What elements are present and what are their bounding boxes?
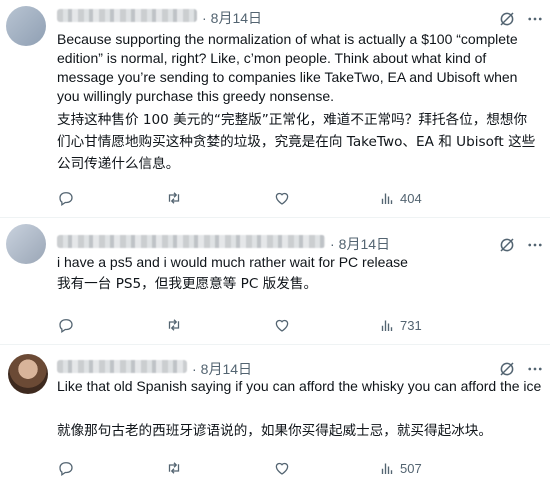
views-count: 507: [400, 460, 422, 476]
author-name-blurred[interactable]: [57, 360, 187, 373]
action-bar: 507: [57, 459, 538, 479]
post-text-en: i have a ps5 and i would much rather wai…: [57, 254, 408, 270]
grok-icon[interactable]: [498, 360, 516, 378]
post-date[interactable]: 8月14日: [211, 8, 262, 28]
post-text-zh: 支持这种售价 100 美元的“完整版”正常化，难道不正常吗？拜托各位，想想你们心…: [57, 112, 536, 172]
repost-icon: [165, 316, 183, 334]
post-header: · 8月14日: [330, 234, 391, 254]
views-icon: [378, 189, 396, 207]
like-button[interactable]: [273, 459, 291, 477]
post-text-en: Because supporting the normalization of …: [57, 31, 518, 104]
views-count: 731: [400, 317, 422, 333]
reply-post[interactable]: · 8月14日 Because supporting the normaliza…: [0, 0, 550, 217]
reply-icon: [57, 189, 75, 207]
post-date[interactable]: 8月14日: [339, 234, 390, 254]
divider: [0, 344, 550, 345]
reply-icon: [57, 316, 75, 334]
post-text-en: Like that old Spanish saying if you can …: [57, 378, 542, 394]
reply-button[interactable]: [57, 316, 75, 334]
post-text-zh: 就像那句古老的西班牙谚语说的，如果你买得起威士忌，就买得起冰块。: [57, 423, 492, 439]
post-date[interactable]: 8月14日: [201, 359, 252, 379]
repost-icon: [165, 459, 183, 477]
repost-icon: [165, 189, 183, 207]
views-button[interactable]: 731: [378, 316, 422, 334]
reply-button[interactable]: [57, 189, 75, 207]
grok-icon[interactable]: [498, 236, 516, 254]
author-name-blurred[interactable]: [57, 235, 325, 248]
views-button[interactable]: 507: [378, 459, 422, 477]
more-icon[interactable]: [526, 10, 544, 28]
post-text-zh: 我有一台 PS5，但我更愿意等 PC 版发售。: [57, 276, 318, 292]
avatar[interactable]: [6, 224, 46, 264]
post-header: · 8月14日: [202, 8, 263, 28]
post-header: · 8月14日: [192, 359, 253, 379]
views-icon: [378, 459, 396, 477]
like-icon: [273, 316, 291, 334]
repost-button[interactable]: [165, 316, 183, 334]
like-icon: [273, 459, 291, 477]
more-icon[interactable]: [526, 360, 544, 378]
action-bar: 404: [57, 189, 538, 209]
views-button[interactable]: 404: [378, 189, 422, 207]
reply-icon: [57, 459, 75, 477]
avatar[interactable]: [6, 6, 46, 46]
reply-button[interactable]: [57, 459, 75, 477]
avatar[interactable]: [8, 354, 48, 394]
like-icon: [273, 189, 291, 207]
more-icon[interactable]: [526, 236, 544, 254]
views-count: 404: [400, 190, 422, 206]
action-bar: 731: [57, 316, 538, 336]
repost-button[interactable]: [165, 189, 183, 207]
repost-button[interactable]: [165, 459, 183, 477]
grok-icon[interactable]: [498, 10, 516, 28]
like-button[interactable]: [273, 316, 291, 334]
author-name-blurred[interactable]: [57, 9, 197, 22]
like-button[interactable]: [273, 189, 291, 207]
views-icon: [378, 316, 396, 334]
